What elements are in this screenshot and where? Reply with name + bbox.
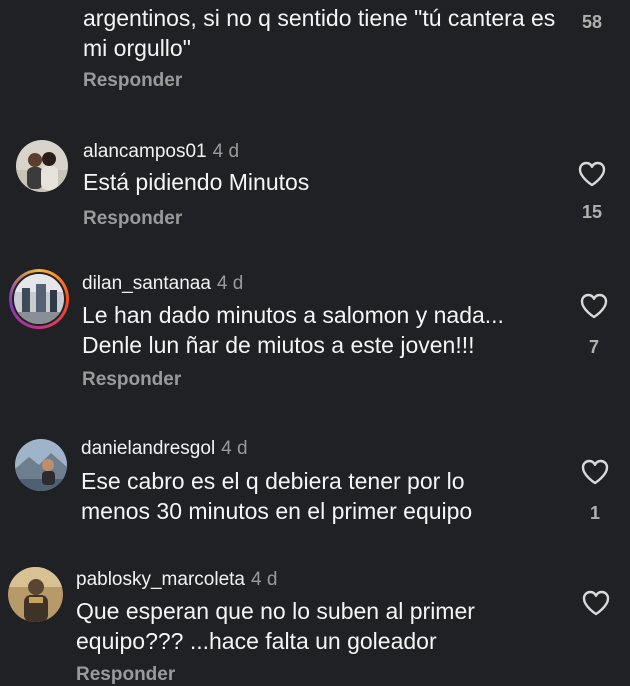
username[interactable]: dilan_santanaa [82,273,211,294]
username[interactable]: danielandresgol [81,438,215,459]
timestamp: 4 d [216,273,244,294]
comment-text: Ese cabro es el q debiera tener por lo m… [81,468,473,524]
heart-outline-icon[interactable] [580,458,610,486]
timestamp: 4 d [221,438,248,459]
username[interactable]: alancampos01 [83,141,207,162]
avatar[interactable] [15,439,67,491]
reply-button[interactable]: Responder [82,369,181,391]
timestamp: 4 d [250,569,278,590]
like-count: 15 [581,202,603,222]
avatar[interactable] [8,567,63,622]
like-count: 1 [589,503,600,523]
like-count: 58 [581,12,603,32]
reply-button[interactable]: Responder [83,70,182,92]
comment-meta: dilan_santanaa 4 d [82,273,243,295]
comment-meta: pablosky_marcoleta 4 d [76,569,277,591]
reply-button[interactable]: Responder [83,208,182,230]
comment-text: Que esperan que no lo suben al primer eq… [76,598,475,654]
story-ring[interactable] [9,269,69,329]
comment-text: Está pidiendo Minutos [83,169,310,195]
comment-text: argentinos, si no q sentido tiene "tú ca… [83,5,556,61]
comment-meta: danielandresgol 4 d [81,438,248,460]
avatar[interactable] [14,274,64,324]
heart-outline-icon[interactable] [581,589,611,617]
heart-outline-icon[interactable] [577,160,607,188]
comment-meta: alancampos01 4 d [83,141,239,163]
comment-text: Le han dado minutos a salomon y nada... … [82,302,504,358]
heart-outline-icon[interactable] [579,292,609,320]
reply-button[interactable]: Responder [76,664,175,686]
avatar[interactable] [16,140,68,192]
like-count: 7 [588,337,599,357]
username[interactable]: pablosky_marcoleta [76,569,245,590]
timestamp: 4 d [212,141,240,162]
